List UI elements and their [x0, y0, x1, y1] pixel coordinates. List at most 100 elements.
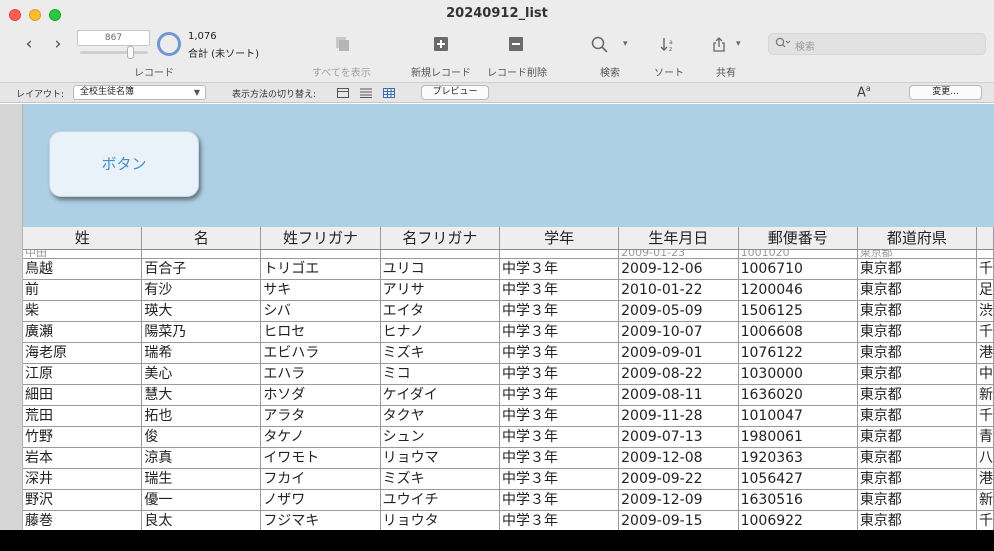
table-cell[interactable]: 中学３年 [499, 300, 620, 322]
table-row[interactable]: 前有沙 サキ アリサ 中学３年 2010-01-22 1200046 東京都足 [23, 279, 994, 301]
table-cell[interactable] [260, 249, 381, 259]
table-cell[interactable]: 2009-12-09 [618, 489, 739, 511]
table-cell[interactable]: 江原 [23, 363, 143, 385]
share-button[interactable]: 共有 [716, 64, 736, 79]
find-button[interactable]: 検索 [600, 64, 620, 79]
current-record-input[interactable]: 867 [77, 30, 150, 46]
table-cell[interactable]: 陽菜乃 [141, 321, 262, 343]
table-view-icon[interactable] [383, 88, 395, 98]
table-cell[interactable]: 東京都 [857, 384, 977, 406]
table-cell[interactable]: エイタ [380, 300, 501, 322]
table-row[interactable]: 藤巻 良太 フジマキ リョウタ 中学３年 2009-09-15 1006922 東京都千 [23, 510, 994, 530]
table-cell[interactable]: 瑞生 [141, 468, 262, 490]
table-cell[interactable]: 岩本 [23, 447, 143, 469]
table-cell[interactable]: 2010-01-22 [618, 279, 739, 301]
new-record-icon[interactable] [434, 36, 448, 55]
sort-button[interactable]: ソート [654, 64, 684, 79]
table-cell[interactable]: ミコ [380, 363, 501, 385]
column-header[interactable]: 学年 [499, 227, 620, 250]
table-cell[interactable]: シバ [260, 300, 381, 322]
table-cell[interactable]: 1200046 [738, 279, 858, 301]
table-cell[interactable]: 中学３年 [499, 342, 620, 364]
table-cell[interactable]: 港 [976, 468, 994, 490]
table-row[interactable]: 柴瑛大 シバ エイタ 中学３年 2009-05-09 1506125 東京都渋 [23, 300, 994, 322]
table-cell[interactable]: 2009-01-23 [618, 249, 739, 259]
table-cell[interactable]: 東京都 [857, 510, 977, 530]
find-icon[interactable] [591, 36, 608, 57]
table-cell[interactable]: タケノ [260, 426, 381, 448]
layout-select[interactable]: 全校生徒名簿 ▼ [73, 85, 206, 100]
table-cell[interactable]: アラタ [260, 405, 381, 427]
search-field[interactable]: 検索 [768, 33, 986, 55]
table-cell[interactable]: 東京都 [857, 300, 977, 322]
table-cell[interactable]: 2009-08-22 [618, 363, 739, 385]
sort-icon[interactable]: az [660, 36, 678, 57]
table-cell[interactable]: 千 [976, 405, 994, 427]
table-cell[interactable]: 拓也 [141, 405, 262, 427]
table-cell[interactable]: イワモト [260, 447, 381, 469]
preview-button[interactable]: プレビュー [421, 85, 489, 100]
table-cell[interactable]: 慧大 [141, 384, 262, 406]
table-cell[interactable]: 中学３年 [499, 447, 620, 469]
column-header[interactable]: 名 [141, 227, 262, 250]
table-cell[interactable]: タクヤ [380, 405, 501, 427]
table-cell[interactable]: 1001020 [738, 249, 858, 259]
table-cell[interactable]: ミズキ [380, 468, 501, 490]
table-cell[interactable]: 1030000 [738, 363, 858, 385]
table-cell[interactable]: 百合子 [141, 258, 262, 280]
table-cell[interactable]: 2009-08-11 [618, 384, 739, 406]
table-cell[interactable]: 涼真 [141, 447, 262, 469]
table-cell[interactable]: 渋 [976, 300, 994, 322]
table-cell[interactable]: 瑛大 [141, 300, 262, 322]
table-cell[interactable]: 深井 [23, 468, 143, 490]
table-cell[interactable]: 千 [976, 321, 994, 343]
table-cell[interactable]: 前 [23, 279, 143, 301]
table-cell[interactable]: 1010047 [738, 405, 858, 427]
table-cell[interactable]: 竹野 [23, 426, 143, 448]
record-slider-track[interactable] [80, 51, 148, 54]
table-row[interactable]: 海老原 瑞希 エビハラ ミズキ 中学３年 2009-09-01 1076122 東京都港 [23, 342, 994, 364]
column-header[interactable] [976, 227, 994, 250]
table-cell[interactable] [380, 249, 501, 259]
table-cell[interactable]: 2009-09-01 [618, 342, 739, 364]
table-cell[interactable]: 中学３年 [499, 426, 620, 448]
table-cell[interactable]: 2009-12-08 [618, 447, 739, 469]
table-cell[interactable]: アリサ [380, 279, 501, 301]
table-cell[interactable]: 美心 [141, 363, 262, 385]
table-cell[interactable]: トリゴエ [260, 258, 381, 280]
previous-record-icon[interactable]: ‹ [21, 34, 37, 54]
table-row[interactable]: 竹野俊タケノ シュン 中学３年 2009-07-13 1980061 東京都青 [23, 426, 994, 448]
column-header[interactable]: 都道府県 [857, 227, 977, 250]
table-cell[interactable]: 中学３年 [499, 489, 620, 511]
table-row[interactable]: 細田 慧大 ホソダ ケイダイ 中学３年 2009-08-11 1636020 東京都新 [23, 384, 994, 406]
table-row[interactable]: 荒田 拓也 アラタ タクヤ 中学３年 2009-11-28 1010047 東京都千 [23, 405, 994, 427]
column-header[interactable]: 生年月日 [618, 227, 739, 250]
table-cell[interactable]: 有沙 [141, 279, 262, 301]
table-row[interactable]: 鳥越 百合子 トリゴエ ユリコ 中学３年 2009-12-06 1006710 東京都千 [23, 258, 994, 280]
table-cell[interactable]: ミズキ [380, 342, 501, 364]
table-cell[interactable]: 中学３年 [499, 510, 620, 530]
show-all-button[interactable]: すべてを表示 [312, 64, 371, 79]
table-cell[interactable]: 1006710 [738, 258, 858, 280]
table-cell[interactable]: 中田 [23, 249, 143, 259]
table-cell[interactable]: ヒロセ [260, 321, 381, 343]
table-cell[interactable]: サキ [260, 279, 381, 301]
table-cell[interactable]: 中学３年 [499, 279, 620, 301]
table-cell[interactable]: ホソダ [260, 384, 381, 406]
table-cell[interactable]: 中学３年 [499, 468, 620, 490]
table-cell[interactable]: 1076122 [738, 342, 858, 364]
list-view-icon[interactable] [360, 88, 372, 98]
table-cell[interactable]: 柴 [23, 300, 143, 322]
table-cell[interactable]: 港 [976, 342, 994, 364]
text-format-icon[interactable]: Aa [857, 84, 871, 100]
delete-record-button[interactable]: レコード削除 [487, 64, 547, 79]
table-cell[interactable]: エビハラ [260, 342, 381, 364]
table-cell[interactable]: 東京都 [857, 279, 977, 301]
table-cell[interactable]: 東京都 [857, 258, 977, 280]
table-cell[interactable]: 優一 [141, 489, 262, 511]
table-cell[interactable]: ケイダイ [380, 384, 501, 406]
table-cell[interactable]: ユリコ [380, 258, 501, 280]
table-cell[interactable]: 2009-09-22 [618, 468, 739, 490]
table-cell[interactable]: リョウタ [380, 510, 501, 530]
share-icon[interactable] [712, 36, 726, 57]
